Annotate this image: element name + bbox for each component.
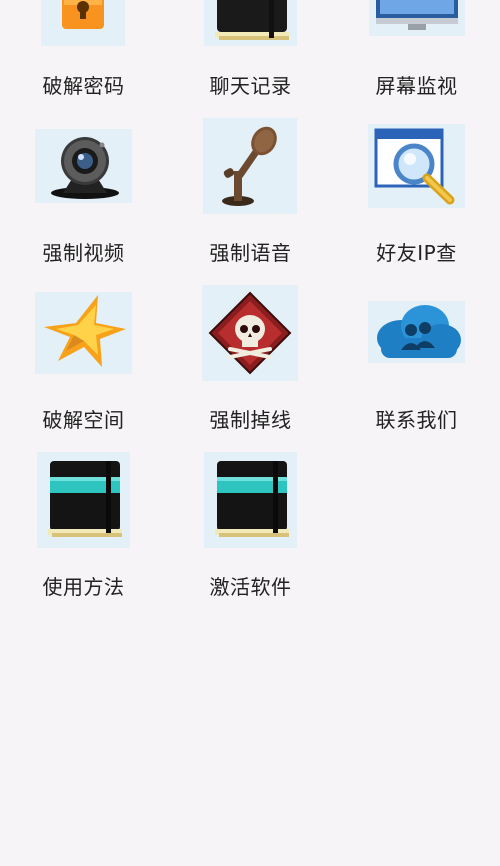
grid-item-label: 强制掉线: [209, 408, 292, 432]
grid-item-label: 聊天记录: [209, 74, 292, 98]
grid-item-label: 使用方法: [42, 575, 125, 599]
grid-item-label: 联系我们: [375, 408, 458, 432]
monitor-icon: [369, 0, 465, 36]
grid-item-force-video[interactable]: 强制视频: [0, 110, 167, 277]
grid-item-force-voice[interactable]: 强制语音: [167, 110, 334, 277]
microphone-icon: [203, 118, 297, 214]
grid-item-label: 破解空间: [42, 408, 125, 432]
grid-item-force-offline[interactable]: 强制掉线: [167, 277, 334, 444]
star-icon: [35, 292, 132, 374]
grid-item-contact-us[interactable]: 联系我们: [333, 277, 500, 444]
grid-item-label: 激活软件: [209, 575, 292, 599]
grid-item-crack-password[interactable]: 破解密码: [0, 0, 167, 110]
grid-item-label: 屏幕监视: [375, 74, 458, 98]
grid-item-friend-ip-lookup[interactable]: 好友IP查: [333, 110, 500, 277]
grid-item-label: 好友IP查: [376, 241, 457, 265]
grid-item-label: 强制视频: [42, 241, 125, 265]
notebook-icon: [204, 452, 297, 548]
notebook-icon: [37, 452, 130, 548]
lock-icon: [41, 0, 125, 46]
grid-item-chat-records[interactable]: 聊天记录: [167, 0, 334, 110]
grid-item-label: 强制语音: [209, 241, 292, 265]
grid-item-label: 破解密码: [42, 74, 125, 98]
cloud-users-icon: [368, 301, 465, 363]
skull-icon: [202, 285, 298, 381]
grid-item-screen-monitor[interactable]: 屏幕监视: [333, 0, 500, 110]
notebook-icon: [204, 0, 297, 46]
grid-item-usage-guide[interactable]: 使用方法: [0, 444, 167, 611]
webcam-icon: [35, 129, 132, 203]
grid-item-crack-space[interactable]: 破解空间: [0, 277, 167, 444]
grid-item-activate-software[interactable]: 激活软件: [167, 444, 334, 611]
magnifier-window-icon: [368, 124, 465, 208]
